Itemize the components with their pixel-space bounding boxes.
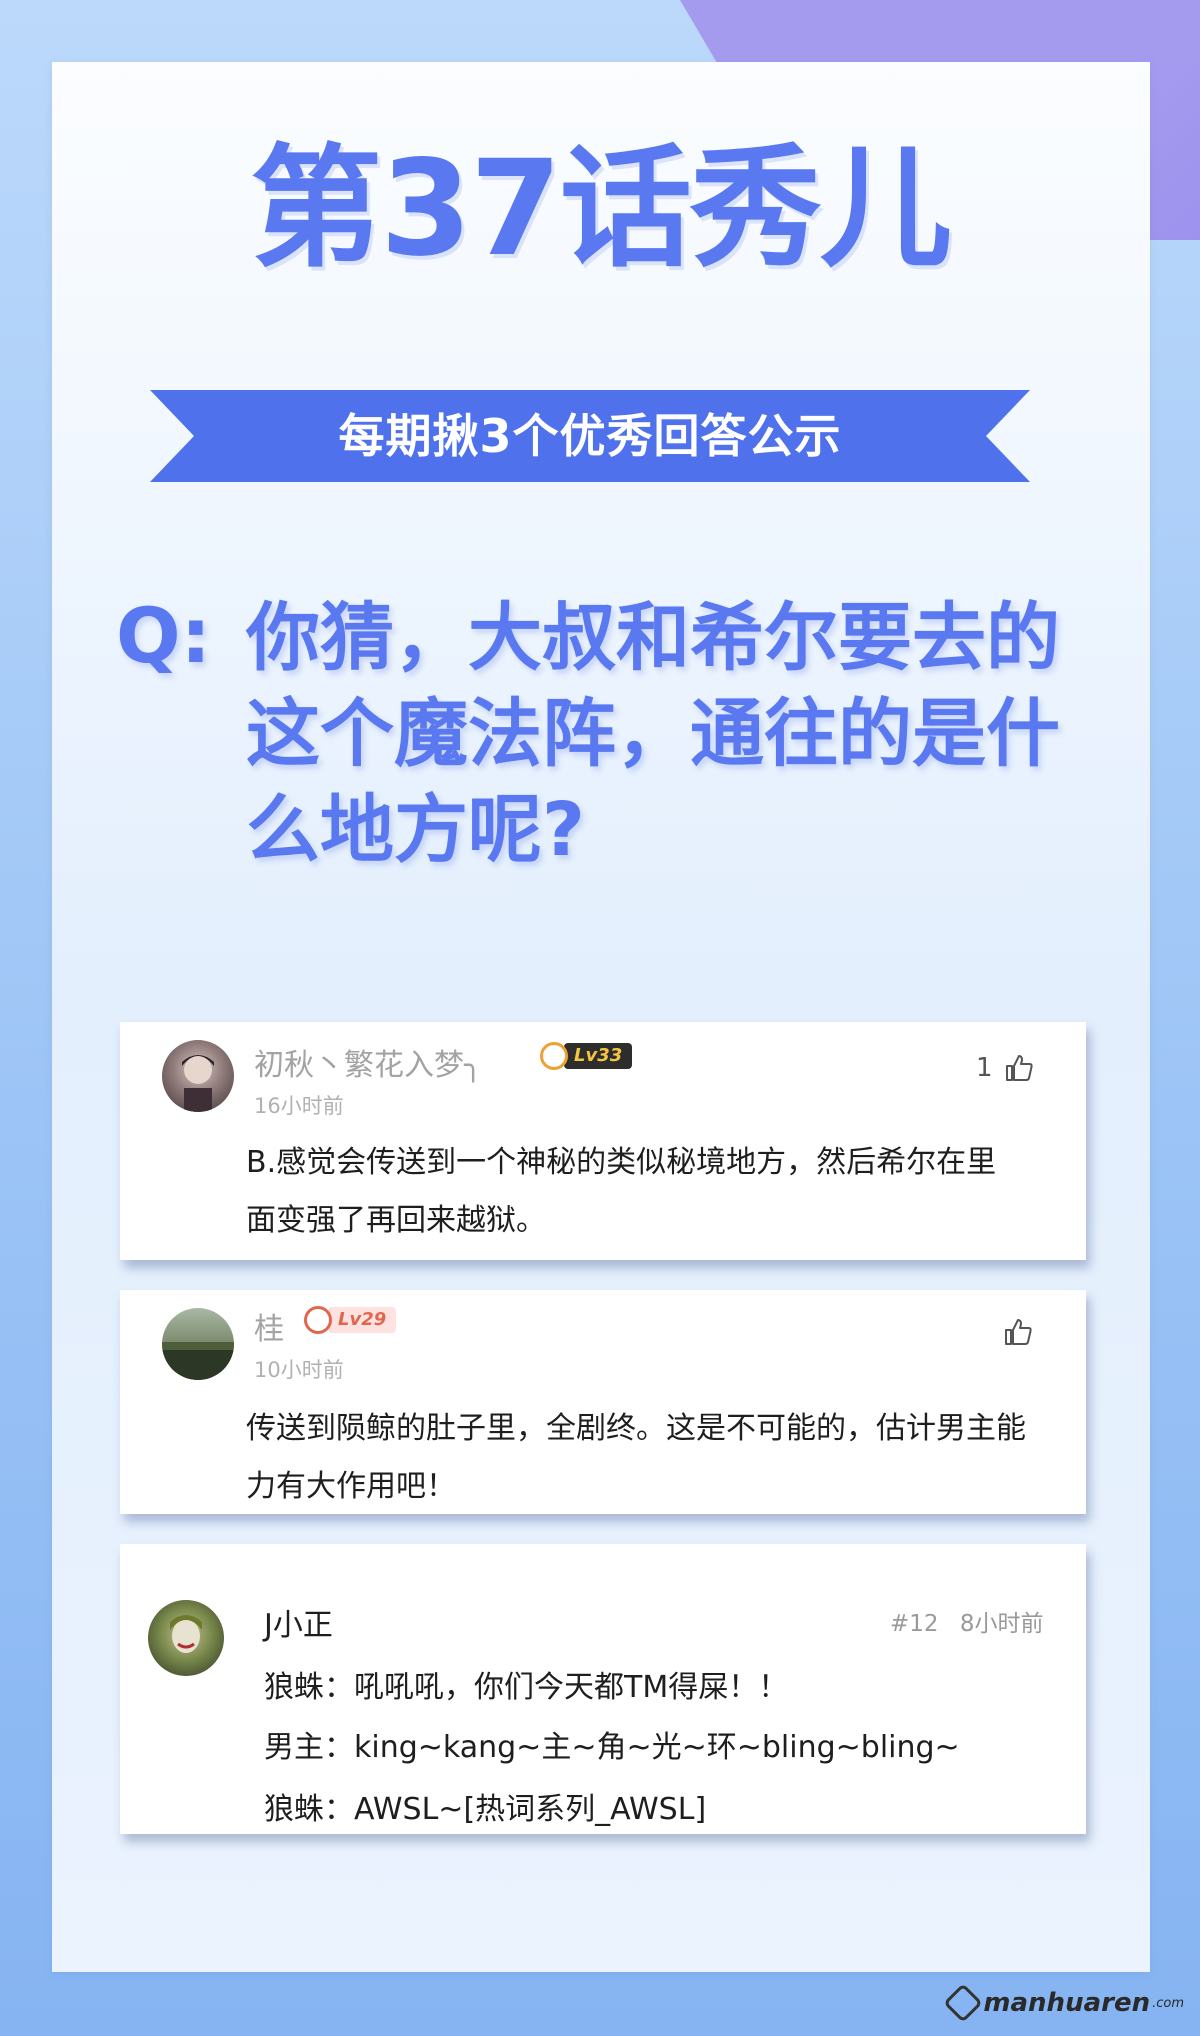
like-button[interactable]: 1 (976, 1052, 1035, 1084)
corner-decoration-top (680, 0, 1200, 62)
comment-time: 16小时前 (254, 1094, 344, 1118)
level-face-icon (304, 1306, 332, 1334)
avatar[interactable] (162, 1308, 234, 1380)
comment-time: 10小时前 (254, 1358, 344, 1382)
thumbs-up-icon (1005, 1319, 1032, 1345)
level-face-icon (540, 1042, 568, 1070)
comment-card: 初秋丶繁花入梦╮ Lv33 16小时前 1 B.感觉会传送到一个神秘的类似秘境地… (120, 1022, 1086, 1260)
manhuaren-logo-icon (943, 1983, 984, 2023)
comment-time: 8小时前 (959, 1611, 1044, 1637)
watermark-text: manhuaren (983, 1988, 1151, 2018)
question-prefix: Q: (116, 591, 211, 680)
avatar[interactable] (162, 1040, 234, 1112)
like-button[interactable] (1002, 1316, 1034, 1348)
floor-number: #12 (890, 1611, 939, 1637)
username[interactable]: J小正 (264, 1600, 333, 1644)
comment-line: 狼蛛：吼吼吼，你们今天都TM得屎！！ (264, 1670, 789, 1705)
level-label: Lv29 (328, 1307, 397, 1333)
watermark: manhuaren .com (943, 1983, 1184, 2023)
question-text: 你猜，大叔和希尔要去的这个魔法阵，通往的是什么地方呢? (246, 595, 1060, 873)
level-badge: Lv29 (304, 1306, 397, 1334)
comment-line: 狼蛛：AWSL~[热词系列_AWSL] (264, 1792, 707, 1827)
username[interactable]: 桂 (254, 1304, 284, 1348)
like-count: 1 (976, 1053, 993, 1083)
comment-card: 桂 Lv29 10小时前 传送到陨鲸的肚子里，全剧终。这是不可能的，估计男主能力… (120, 1290, 1086, 1514)
level-badge: Lv33 (540, 1042, 633, 1070)
comment-text: B.感觉会传送到一个神秘的类似秘境地方，然后希尔在里面变强了再回来越狱。 (246, 1145, 997, 1238)
comment-card: J小正 #12 8小时前 狼蛛：吼吼吼，你们今天都TM得屎！！ 男主：king~… (120, 1544, 1086, 1834)
comment-text: 传送到陨鲸的肚子里，全剧终。这是不可能的，估计男主能力有大作用吧！ (246, 1411, 1026, 1504)
comment-line: 男主：king~kang~主~角~光~环~bling~bling~ (264, 1730, 960, 1765)
page-title: 第37话秀儿 (250, 132, 952, 286)
comment-meta: #12 8小时前 (890, 1604, 1044, 1638)
username[interactable]: 初秋丶繁花入梦╮ (254, 1040, 482, 1084)
watermark-suffix: .com (1152, 1995, 1184, 2011)
level-label: Lv33 (564, 1043, 633, 1069)
avatar[interactable] (148, 1600, 224, 1676)
banner-text: 每期揪3个优秀回答公示 (338, 409, 842, 463)
thumbs-up-icon (1005, 1055, 1033, 1081)
